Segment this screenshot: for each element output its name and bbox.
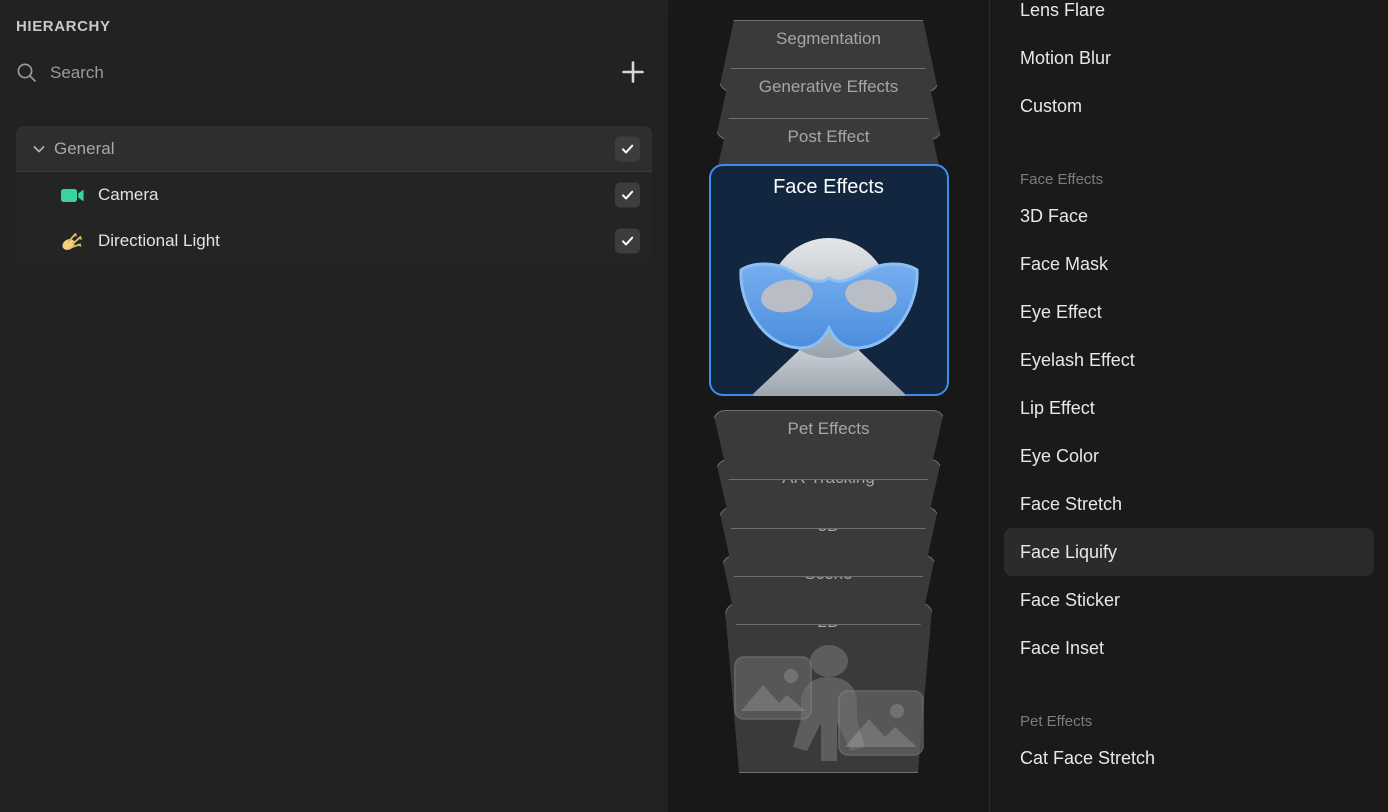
list-item[interactable]: 3D Face	[1004, 192, 1374, 240]
page-title: HIERARCHY	[16, 18, 111, 35]
add-object-button[interactable]	[616, 55, 650, 89]
list-item[interactable]: Cat Face Stretch	[1004, 734, 1374, 782]
list-item[interactable]: Eye Color	[1004, 432, 1374, 480]
app-root: HIERARCHY Search General Camera Directio…	[0, 0, 1388, 812]
list-gap	[1004, 672, 1374, 694]
hierarchy-panel: HIERARCHY Search General Camera Directio…	[0, 0, 668, 812]
search-input[interactable]	[50, 63, 430, 83]
plus-icon	[622, 61, 644, 83]
list-item[interactable]: Face Inset	[1004, 624, 1374, 672]
tree-row-label: General	[54, 138, 115, 158]
stack-card-face-effects-selected[interactable]: Face Effects	[708, 164, 949, 396]
list-item[interactable]: Custom	[1004, 82, 1374, 130]
chevron-down-icon[interactable]	[30, 140, 48, 158]
card-shape	[724, 603, 933, 773]
list-section-header: Face Effects	[1020, 171, 1104, 188]
list-item[interactable]: Lip Effect	[1004, 384, 1374, 432]
hierarchy-tree: General Camera Directional Light	[16, 126, 652, 264]
effect-list: Lens Flare Motion Blur Custom Face Effec…	[1004, 0, 1374, 782]
list-item[interactable]: Eye Effect	[1004, 288, 1374, 336]
search-icon	[16, 62, 38, 84]
stack-card-pet-effects[interactable]: Pet Effects	[712, 410, 945, 480]
list-section-header: Pet Effects	[1020, 713, 1093, 730]
stack-card-2d[interactable]: 2D	[724, 603, 933, 773]
visibility-checkbox[interactable]	[615, 228, 640, 254]
list-item[interactable]: Face Stretch	[1004, 480, 1374, 528]
list-item[interactable]: Eyelash Effect	[1004, 336, 1374, 384]
directional-light-icon	[60, 230, 86, 252]
effect-list-panel[interactable]: Lens Flare Motion Blur Custom Face Effec…	[990, 0, 1388, 812]
tree-row-directional-light[interactable]: Directional Light	[16, 218, 652, 264]
list-item[interactable]: Face Mask	[1004, 240, 1374, 288]
list-gap	[1004, 130, 1374, 152]
search-row	[16, 58, 652, 88]
category-stack: Segmentation Generative Effects Post Eff…	[668, 0, 989, 812]
card-shape	[712, 410, 945, 480]
tree-row-general[interactable]: General	[16, 126, 652, 172]
list-item[interactable]: Motion Blur	[1004, 34, 1374, 82]
tree-row-label: Camera	[98, 185, 159, 204]
list-item[interactable]: Face Sticker	[1004, 576, 1374, 624]
list-item-selected[interactable]: Face Liquify	[1004, 528, 1374, 576]
visibility-checkbox[interactable]	[615, 136, 640, 161]
list-item[interactable]: Lens Flare	[1004, 0, 1374, 34]
tree-row-label: Directional Light	[98, 231, 220, 250]
visibility-checkbox[interactable]	[615, 182, 640, 208]
camera-icon	[60, 184, 86, 206]
category-stack-panel: Segmentation Generative Effects Post Eff…	[668, 0, 990, 812]
card-shape	[708, 164, 949, 396]
tree-row-camera[interactable]: Camera	[16, 172, 652, 218]
